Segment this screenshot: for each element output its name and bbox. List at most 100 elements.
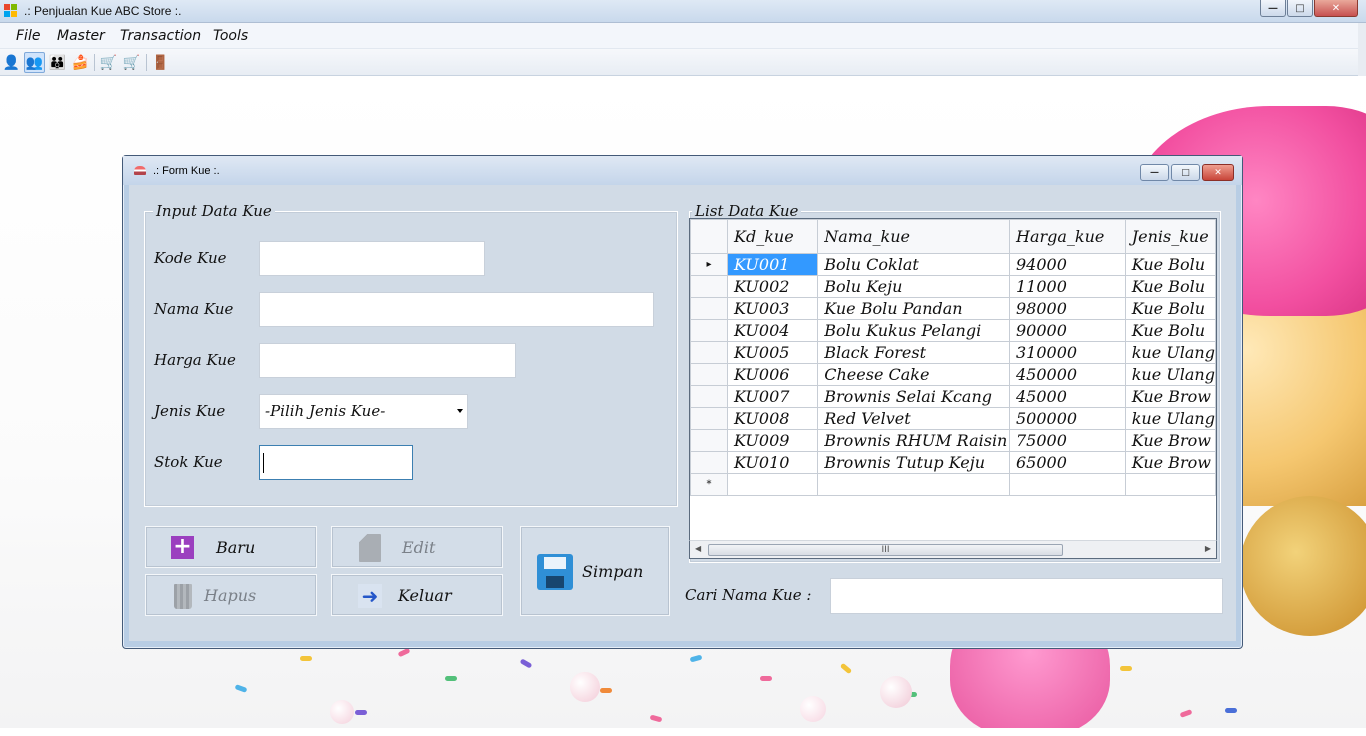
maximize-button[interactable]: □ [1287, 0, 1313, 17]
table-row[interactable]: KU006 Cheese Cake 450000 kue Ulang [690, 363, 1216, 386]
cell-nama-kue[interactable]: Brownis Tutup Keju [817, 451, 1010, 474]
cell-jenis-kue[interactable]: kue Ulang [1124, 341, 1216, 364]
table-row[interactable]: KU009 Brownis RHUM Raisin 75000 Kue Brow [690, 429, 1216, 452]
scroll-left-icon[interactable]: ◀ [695, 544, 701, 553]
edit-button[interactable]: Edit [331, 526, 503, 568]
new-row-cell[interactable] [1124, 473, 1216, 496]
cell-harga-kue[interactable]: 45000 [1008, 385, 1126, 408]
cell-kd-kue[interactable]: KU008 [727, 407, 819, 430]
exit-icon[interactable]: 🚪 [150, 52, 171, 73]
cell-harga-kue[interactable]: 11000 [1008, 275, 1126, 298]
cell-kd-kue[interactable]: KU007 [727, 385, 819, 408]
kue-data-grid[interactable]: Kd_kue Nama_kue Harga_kue Jenis_kue ▸ KU0… [689, 218, 1217, 558]
cell-jenis-kue[interactable]: Kue Bolu [1124, 319, 1216, 342]
cell-harga-kue[interactable]: 98000 [1008, 297, 1126, 320]
user-edit-icon[interactable]: 👥 [24, 52, 45, 73]
new-row-cell[interactable] [727, 473, 819, 496]
menu-transaction[interactable]: Transaction [120, 28, 201, 44]
row-header[interactable] [690, 385, 729, 408]
cell-harga-kue[interactable]: 450000 [1008, 363, 1126, 386]
cell-nama-kue[interactable]: Bolu Keju [817, 275, 1010, 298]
cell-harga-kue[interactable]: 500000 [1008, 407, 1126, 430]
cari-nama-kue-input[interactable] [830, 578, 1223, 614]
close-button[interactable]: ✕ [1314, 0, 1358, 17]
row-header[interactable] [690, 363, 729, 386]
table-row[interactable]: ▸ KU001 Bolu Coklat 94000 Kue Bolu [690, 253, 1216, 276]
cell-kd-kue[interactable]: KU002 [727, 275, 819, 298]
column-header-jenis-kue[interactable]: Jenis_kue [1124, 219, 1216, 254]
cell-nama-kue[interactable]: Bolu Kukus Pelangi [817, 319, 1010, 342]
column-header-harga-kue[interactable]: Harga_kue [1008, 219, 1126, 254]
cell-kd-kue[interactable]: KU001 [727, 253, 819, 276]
table-row[interactable]: KU005 Black Forest 310000 kue Ulang [690, 341, 1216, 364]
cell-nama-kue[interactable]: Brownis Selai Kcang [817, 385, 1010, 408]
cell-nama-kue[interactable]: Cheese Cake [817, 363, 1010, 386]
cell-harga-kue[interactable]: 94000 [1008, 253, 1126, 276]
cell-kd-kue[interactable]: KU006 [727, 363, 819, 386]
row-header[interactable] [690, 319, 729, 342]
scroll-thumb[interactable]: III [708, 544, 1063, 556]
scroll-right-icon[interactable]: ▶ [1205, 544, 1211, 553]
cell-kd-kue[interactable]: KU009 [727, 429, 819, 452]
simpan-button[interactable]: Simpan [520, 526, 670, 616]
cell-jenis-kue[interactable]: kue Ulang [1124, 407, 1216, 430]
row-header[interactable] [690, 297, 729, 320]
cell-jenis-kue[interactable]: Kue Brow [1124, 451, 1216, 474]
cell-harga-kue[interactable]: 65000 [1008, 451, 1126, 474]
harga-kue-input[interactable] [259, 343, 516, 378]
user-icon[interactable]: 👤 [1, 52, 22, 73]
minimize-button[interactable]: — [1260, 0, 1286, 17]
row-header[interactable] [690, 275, 729, 298]
stok-kue-input[interactable] [259, 445, 413, 480]
row-header[interactable] [690, 341, 729, 364]
column-header-kd-kue[interactable]: Kd_kue [727, 219, 819, 254]
form-minimize-button[interactable]: — [1140, 164, 1169, 181]
cell-harga-kue[interactable]: 310000 [1008, 341, 1126, 364]
row-header[interactable] [690, 451, 729, 474]
cell-jenis-kue[interactable]: Kue Bolu [1124, 297, 1216, 320]
cell-nama-kue[interactable]: Kue Bolu Pandan [817, 297, 1010, 320]
kode-kue-input[interactable] [259, 241, 485, 276]
cell-nama-kue[interactable]: Red Velvet [817, 407, 1010, 430]
cell-harga-kue[interactable]: 90000 [1008, 319, 1126, 342]
cell-nama-kue[interactable]: Brownis RHUM Raisin [817, 429, 1010, 452]
form-maximize-button[interactable]: □ [1171, 164, 1200, 181]
new-row-cell[interactable] [1008, 473, 1126, 496]
table-row[interactable]: KU007 Brownis Selai Kcang 45000 Kue Brow [690, 385, 1216, 408]
cell-kd-kue[interactable]: KU003 [727, 297, 819, 320]
table-row[interactable]: KU004 Bolu Kukus Pelangi 90000 Kue Bolu [690, 319, 1216, 342]
cake-icon[interactable]: 🍰 [70, 52, 91, 73]
new-row-cell[interactable] [817, 473, 1010, 496]
menu-master[interactable]: Master [57, 28, 105, 44]
cart-add-icon[interactable]: 🛒 [98, 52, 119, 73]
jenis-kue-select[interactable]: -Pilih Jenis Kue- [259, 394, 468, 429]
hapus-button[interactable]: Hapus [145, 574, 317, 616]
grid-horizontal-scrollbar[interactable]: ◀ III ▶ [689, 540, 1217, 559]
table-row[interactable]: KU003 Kue Bolu Pandan 98000 Kue Bolu [690, 297, 1216, 320]
row-header[interactable] [690, 407, 729, 430]
keluar-button[interactable]: ➜ Keluar [331, 574, 503, 616]
cell-nama-kue[interactable]: Black Forest [817, 341, 1010, 364]
cell-kd-kue[interactable]: KU010 [727, 451, 819, 474]
cell-jenis-kue[interactable]: kue Ulang [1124, 363, 1216, 386]
cell-nama-kue[interactable]: Bolu Coklat [817, 253, 1010, 276]
nama-kue-input[interactable] [259, 292, 654, 327]
row-header[interactable] [690, 429, 729, 452]
cell-kd-kue[interactable]: KU004 [727, 319, 819, 342]
baru-button[interactable]: + Baru [145, 526, 317, 568]
cell-jenis-kue[interactable]: Kue Bolu [1124, 253, 1216, 276]
table-row[interactable]: KU008 Red Velvet 500000 kue Ulang [690, 407, 1216, 430]
cart-icon[interactable]: 🛒 [121, 52, 142, 73]
table-row[interactable]: KU002 Bolu Keju 11000 Kue Bolu [690, 275, 1216, 298]
new-row[interactable]: * [690, 473, 1216, 496]
cell-jenis-kue[interactable]: Kue Brow [1124, 385, 1216, 408]
table-row[interactable]: KU010 Brownis Tutup Keju 65000 Kue Brow [690, 451, 1216, 474]
menu-file[interactable]: File [16, 28, 40, 44]
cell-kd-kue[interactable]: KU005 [727, 341, 819, 364]
row-header[interactable]: ▸ [690, 253, 729, 276]
column-header-nama-kue[interactable]: Nama_kue [817, 219, 1010, 254]
chevron-down-icon[interactable] [457, 409, 463, 413]
form-close-button[interactable]: ✕ [1202, 164, 1234, 181]
menu-tools[interactable]: Tools [213, 28, 248, 44]
cell-jenis-kue[interactable]: Kue Bolu [1124, 275, 1216, 298]
